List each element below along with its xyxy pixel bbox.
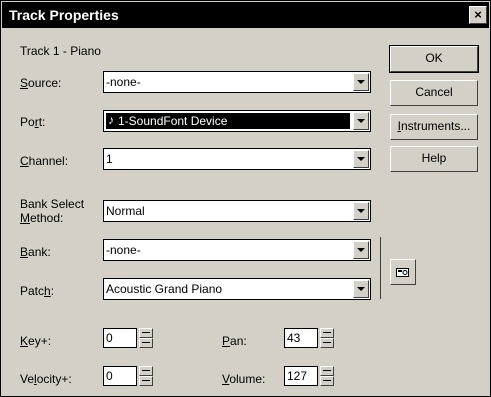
volume-input[interactable]: 127 <box>284 366 318 386</box>
bank-value: -none- <box>106 243 141 257</box>
decrement-icon[interactable] <box>139 376 153 386</box>
velocity-label: Velocity+: <box>20 372 72 386</box>
patch-label: Patch: <box>20 284 55 298</box>
pan-label: Pan: <box>222 334 247 348</box>
channel-value: 1 <box>106 152 113 166</box>
source-value: -none- <box>106 75 141 89</box>
bank-select-method-combo[interactable]: Normal <box>103 200 371 222</box>
patch-combo[interactable]: Acoustic Grand Piano <box>103 278 371 300</box>
bank-select-label: Bank Select Method: <box>20 197 85 225</box>
increment-icon[interactable] <box>139 366 153 376</box>
key-spinner[interactable] <box>139 328 153 348</box>
bank-patch-browse-button[interactable] <box>390 259 416 285</box>
channel-label: Channel: <box>20 154 69 168</box>
window-title: Track Properties <box>9 7 119 23</box>
pan-spinner[interactable] <box>320 328 334 348</box>
increment-icon[interactable] <box>320 328 334 338</box>
chevron-down-icon[interactable] <box>353 150 369 168</box>
velocity-input[interactable]: 0 <box>103 366 137 386</box>
chevron-down-icon[interactable] <box>353 202 369 220</box>
decrement-icon[interactable] <box>139 338 153 348</box>
volume-spinner[interactable] <box>320 366 334 386</box>
increment-icon[interactable] <box>139 328 153 338</box>
bank-patch-divider <box>380 237 381 299</box>
patch-value: Acoustic Grand Piano <box>106 282 223 296</box>
velocity-spinner[interactable] <box>139 366 153 386</box>
cancel-button[interactable]: Cancel <box>390 80 478 106</box>
close-button[interactable]: × <box>469 6 487 24</box>
close-icon: × <box>474 7 482 22</box>
source-combo[interactable]: -none- <box>103 71 371 93</box>
chevron-down-icon[interactable] <box>353 112 369 130</box>
chevron-down-icon[interactable] <box>353 73 369 91</box>
pan-input[interactable]: 43 <box>284 328 318 348</box>
instruments-button[interactable]: Instruments... <box>390 114 478 140</box>
bank-combo[interactable]: -none- <box>103 239 371 261</box>
ok-button[interactable]: OK <box>389 45 479 73</box>
port-label: Port: <box>20 115 46 129</box>
increment-icon[interactable] <box>320 366 334 376</box>
key-label: Key+: <box>20 334 52 348</box>
music-note-icon: ♪ <box>108 113 114 127</box>
chevron-down-icon[interactable] <box>353 241 369 259</box>
chevron-down-icon[interactable] <box>353 280 369 298</box>
port-combo[interactable]: ♪ 1-SoundFont Device <box>103 110 371 132</box>
channel-combo[interactable]: 1 <box>103 148 371 170</box>
decrement-icon[interactable] <box>320 338 334 348</box>
bank-label: Bank: <box>20 245 51 259</box>
volume-label: Volume: <box>222 372 266 386</box>
bank-browse-icon <box>396 268 409 277</box>
port-value: 1-SoundFont Device <box>118 114 228 128</box>
bank-select-method-value: Normal <box>106 204 145 218</box>
help-button[interactable]: Help <box>390 146 478 172</box>
track-properties-dialog: Track Properties × Track 1 - Piano Sourc… <box>0 0 491 397</box>
key-input[interactable]: 0 <box>103 328 137 348</box>
title-bar[interactable]: Track Properties × <box>2 2 489 28</box>
decrement-icon[interactable] <box>320 376 334 386</box>
port-selection: ♪ 1-SoundFont Device <box>106 113 350 129</box>
source-label: Source: <box>20 76 62 90</box>
track-label: Track 1 - Piano <box>20 44 101 58</box>
